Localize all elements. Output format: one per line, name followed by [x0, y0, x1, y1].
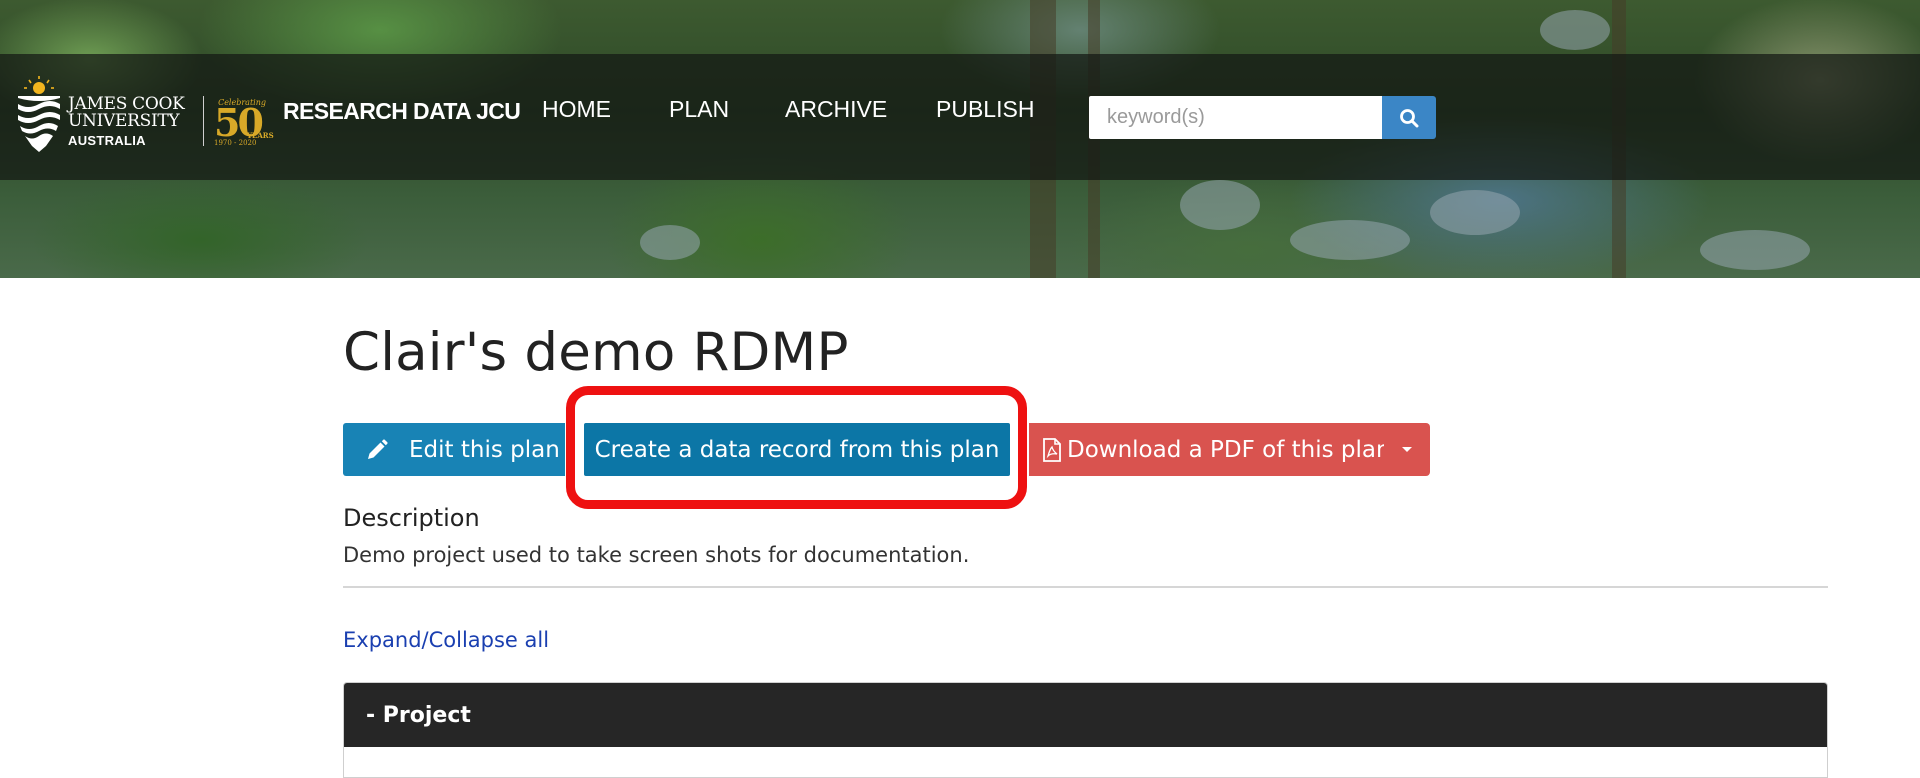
search-button[interactable]	[1382, 96, 1436, 139]
nav-home[interactable]: HOME	[542, 96, 611, 123]
divider	[343, 586, 1828, 588]
logo-country: AUSTRALIA	[68, 133, 146, 148]
logo-wordmark: JAMES COOK UNIVERSITY AUSTRALIA	[68, 96, 185, 149]
create-data-record-label: Create a data record from this plan	[594, 436, 1000, 463]
pencil-icon	[365, 438, 389, 462]
hero-rock	[1430, 190, 1520, 235]
nav-archive[interactable]: ARCHIVE	[785, 96, 887, 123]
description-label: Description	[343, 504, 480, 532]
jcu-logo[interactable]: JAMES COOK UNIVERSITY AUSTRALIA Celebrat…	[16, 74, 274, 154]
hero-rock	[640, 225, 700, 260]
hero-rock	[1180, 180, 1260, 230]
page-title: Clair's demo RDMP	[343, 322, 849, 383]
download-pdf-label: Download a PDF of this plan	[1067, 436, 1391, 463]
description-text: Demo project used to take screen shots f…	[343, 543, 970, 567]
expand-collapse-link[interactable]: Expand/Collapse all	[343, 628, 549, 652]
hero-rock	[1700, 230, 1810, 270]
pdf-file-icon	[1041, 437, 1063, 462]
project-panel-title: - Project	[366, 702, 471, 728]
caret-down-icon	[1402, 446, 1412, 452]
search-input[interactable]	[1089, 96, 1382, 139]
edit-plan-label: Edit this plan	[409, 436, 560, 463]
project-panel: - Project	[343, 682, 1828, 778]
download-pdf-button[interactable]: Download a PDF of this plan	[1029, 423, 1391, 476]
anniversary-badge: Celebrating 50 YEARS 1970 - 2020	[214, 98, 274, 147]
pdf-options-dropdown[interactable]	[1384, 423, 1430, 476]
jcu-crest-icon	[18, 76, 60, 152]
search-icon	[1400, 108, 1419, 127]
nav-plan[interactable]: PLAN	[669, 96, 729, 123]
nav-publish[interactable]: PUBLISH	[936, 96, 1034, 123]
anniversary-years: YEARS	[247, 131, 274, 140]
edit-plan-button[interactable]: Edit this plan	[343, 423, 565, 476]
logo-divider	[203, 96, 204, 146]
logo-line-2: UNIVERSITY	[68, 111, 180, 131]
hero-rock	[1290, 220, 1410, 260]
hero-rock	[1540, 10, 1610, 50]
project-panel-header[interactable]: - Project	[344, 683, 1827, 747]
create-data-record-button[interactable]: Create a data record from this plan	[584, 423, 1010, 476]
site-name[interactable]: RESEARCH DATA JCU	[283, 98, 521, 125]
